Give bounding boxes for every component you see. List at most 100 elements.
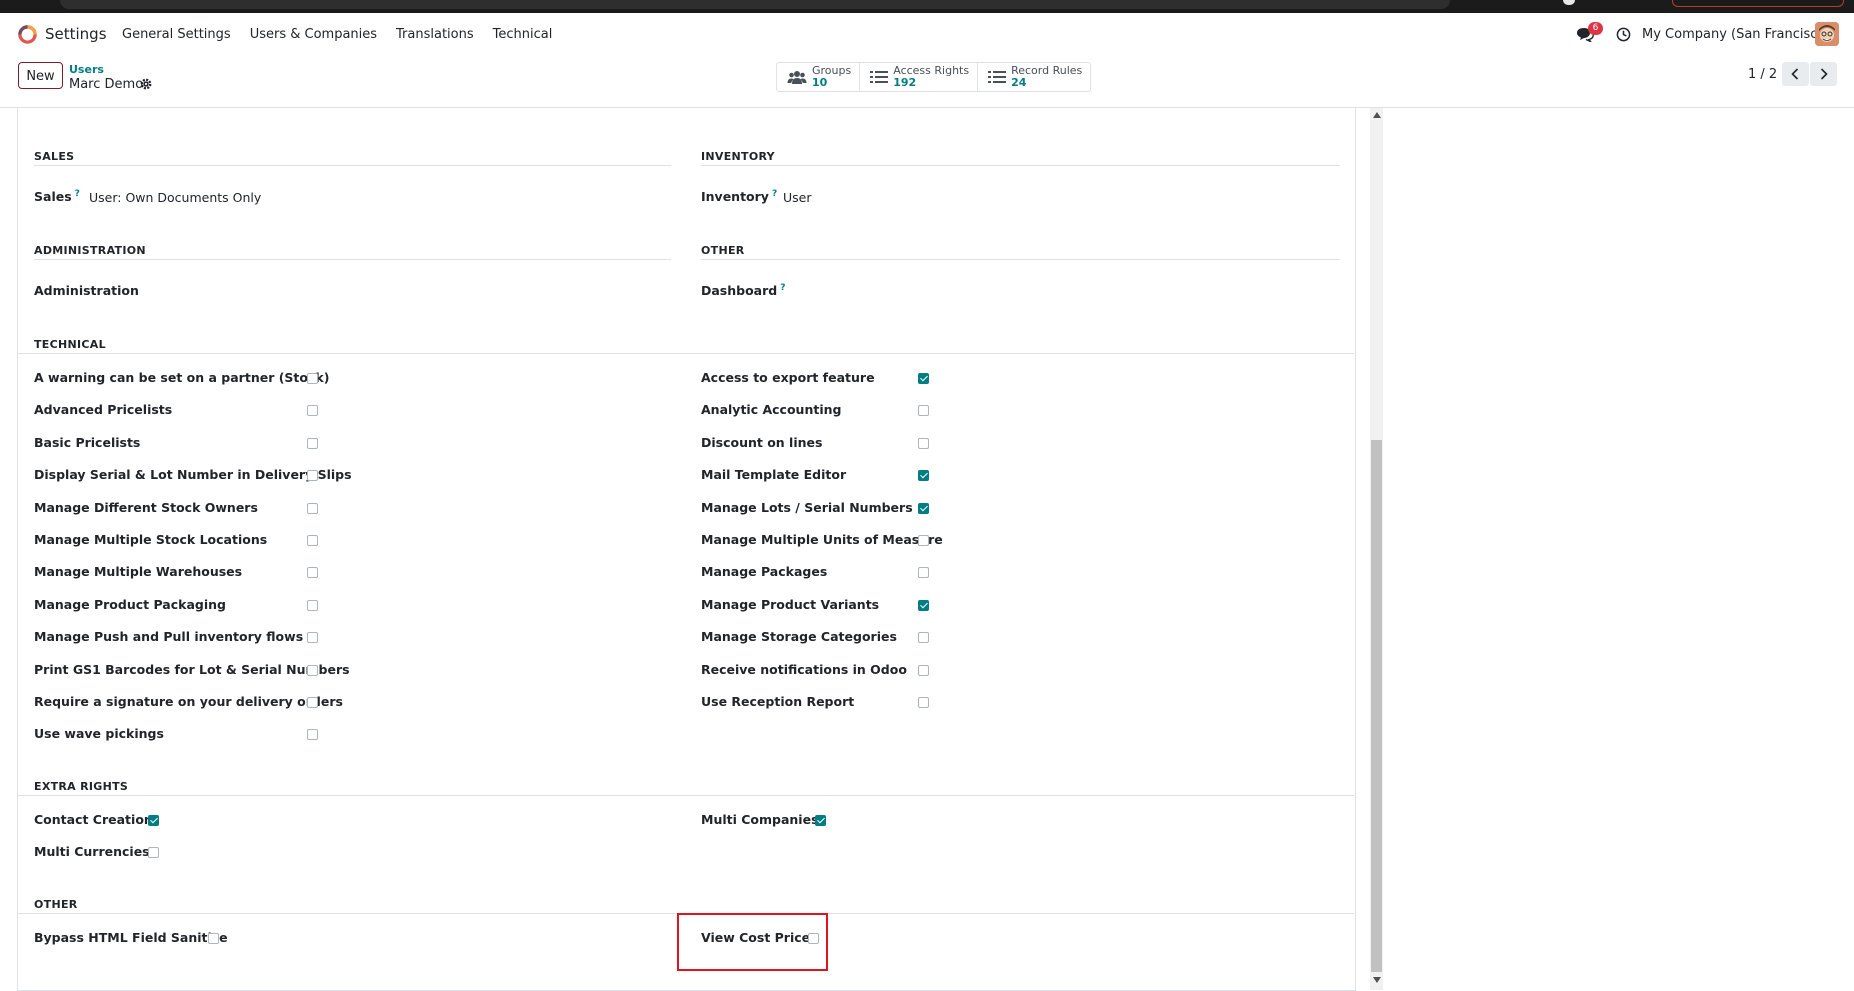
users-group-icon [787, 71, 807, 84]
permission-checkbox[interactable] [918, 502, 929, 514]
address-bar-remnant [60, 0, 1450, 9]
checkbox-label: Manage Packages [701, 564, 828, 580]
app-name[interactable]: Settings [45, 25, 107, 43]
permission-checkbox[interactable] [307, 599, 318, 611]
menu-general-settings[interactable]: General Settings [122, 27, 231, 42]
section-title-other: OTHER [701, 244, 745, 257]
field-label-dashboard: Dashboard? [701, 283, 785, 298]
field-label-text: Dashboard [701, 283, 778, 299]
permission-checkbox[interactable] [148, 847, 159, 859]
permission-checkbox[interactable] [918, 470, 929, 482]
permission-checkbox[interactable] [148, 815, 159, 826]
checkbox-label: Receive notifications in Odoo [701, 661, 907, 677]
permission-checkbox[interactable] [307, 729, 318, 741]
pager-next-button[interactable] [1810, 62, 1837, 86]
field-label-sales: Sales? [34, 189, 80, 204]
permission-checkbox[interactable] [307, 535, 318, 546]
control-panel: New Users Marc Demo Groups 10 Access Rig… [0, 55, 1854, 108]
checkbox-label: Manage Lots / Serial Numbers [701, 499, 913, 515]
section-title-other-bottom: OTHER [34, 898, 78, 911]
company-switcher[interactable]: My Company (San Francisco) [1642, 27, 1830, 42]
permission-checkbox[interactable] [918, 535, 929, 546]
permission-checkbox[interactable] [918, 599, 929, 611]
checkbox-label: Display Serial & Lot Number in Delivery … [34, 467, 352, 483]
breadcrumb-parent[interactable]: Users [69, 63, 104, 76]
inventory-rights-select[interactable]: User [783, 190, 812, 205]
permission-checkbox[interactable] [918, 373, 929, 384]
pager-previous-button[interactable] [1782, 62, 1809, 86]
menu-technical[interactable]: Technical [493, 27, 553, 42]
scrollbar-thumb[interactable] [1371, 440, 1382, 972]
user-avatar[interactable] [1815, 22, 1839, 46]
main-navbar: Settings General Settings Users & Compan… [0, 13, 1854, 55]
scroll-down-arrow-icon[interactable] [1373, 977, 1381, 983]
new-button[interactable]: New [18, 62, 63, 89]
gear-icon[interactable] [140, 78, 152, 90]
permission-checkbox[interactable] [208, 933, 219, 944]
checkbox-label: Bypass HTML Field Sanitize [34, 930, 228, 945]
permission-checkbox[interactable] [918, 697, 929, 708]
toolbar-remnant [1672, 0, 1844, 7]
breadcrumb-current: Marc Demo [69, 77, 144, 92]
browser-top-strip [0, 0, 1854, 13]
annotation-highlight-box [677, 913, 828, 971]
access-rights-count: 192 [893, 76, 917, 89]
access-rights-stat-button[interactable]: Access Rights 192 [860, 63, 979, 91]
permission-checkbox[interactable] [307, 632, 318, 644]
field-label-text: Inventory [701, 189, 769, 205]
help-tooltip-icon[interactable]: ? [772, 189, 777, 199]
section-divider [701, 165, 1340, 166]
sales-rights-select[interactable]: User: Own Documents Only [89, 190, 261, 205]
checkbox-label: Access to export feature [701, 370, 875, 385]
permission-checkbox[interactable] [307, 697, 318, 708]
section-title-technical: TECHNICAL [34, 338, 106, 351]
checkbox-label: Manage Storage Categories [701, 629, 897, 645]
scroll-up-arrow-icon[interactable] [1373, 112, 1381, 118]
checkbox-label: Mail Template Editor [701, 467, 847, 483]
checkbox-label: Manage Different Stock Owners [34, 499, 258, 515]
section-divider [34, 165, 671, 166]
permission-checkbox[interactable] [307, 373, 318, 384]
field-label-inventory: Inventory? [701, 189, 777, 204]
record-rules-stat-button[interactable]: Record Rules 24 [978, 63, 1090, 91]
menu-users-companies[interactable]: Users & Companies [250, 27, 377, 42]
field-label-administration: Administration [34, 283, 139, 298]
permission-checkbox[interactable] [918, 437, 929, 449]
chevron-right-icon [1820, 68, 1828, 80]
checkbox-label: Manage Multiple Stock Locations [34, 532, 268, 547]
clock-icon[interactable] [1616, 27, 1631, 42]
permission-checkbox[interactable] [307, 405, 318, 417]
section-divider [18, 795, 1354, 796]
checkbox-label: Multi Currencies [34, 844, 150, 860]
permission-checkbox[interactable] [307, 437, 318, 449]
section-title-sales: SALES [34, 150, 75, 163]
permission-checkbox[interactable] [307, 664, 318, 676]
pager-value[interactable]: 1 / 2 [1748, 67, 1777, 82]
permission-checkbox[interactable] [918, 405, 929, 417]
permission-checkbox[interactable] [307, 502, 318, 514]
help-tooltip-icon[interactable]: ? [780, 283, 785, 293]
permission-checkbox[interactable] [918, 664, 929, 676]
permission-checkbox[interactable] [918, 567, 929, 579]
menu-translations[interactable]: Translations [396, 27, 474, 42]
permission-checkbox[interactable] [307, 567, 318, 579]
avatar-face-icon [1815, 22, 1839, 46]
permission-checkbox[interactable] [815, 815, 826, 826]
list-icon [870, 71, 889, 83]
smart-buttons: Groups 10 Access Rights 192 Record Rules… [776, 62, 1092, 92]
help-tooltip-icon[interactable]: ? [75, 189, 80, 199]
permission-checkbox[interactable] [307, 470, 318, 482]
checkbox-label: Analytic Accounting [701, 402, 842, 418]
checkbox-label: Require a signature on your delivery ord… [34, 694, 343, 709]
checkbox-label: Use Reception Report [701, 694, 855, 709]
checkbox-label: Use wave pickings [34, 726, 164, 742]
checkbox-label: Manage Product Packaging [34, 596, 226, 612]
permission-checkbox[interactable] [918, 632, 929, 644]
groups-stat-button[interactable]: Groups 10 [777, 63, 861, 91]
section-divider [34, 259, 671, 260]
record-rules-count: 24 [1011, 76, 1027, 89]
section-divider [18, 353, 1354, 354]
checkbox-label: Contact Creation [34, 812, 153, 827]
odoo-logo-icon[interactable] [18, 25, 37, 44]
list-icon [988, 71, 1007, 83]
